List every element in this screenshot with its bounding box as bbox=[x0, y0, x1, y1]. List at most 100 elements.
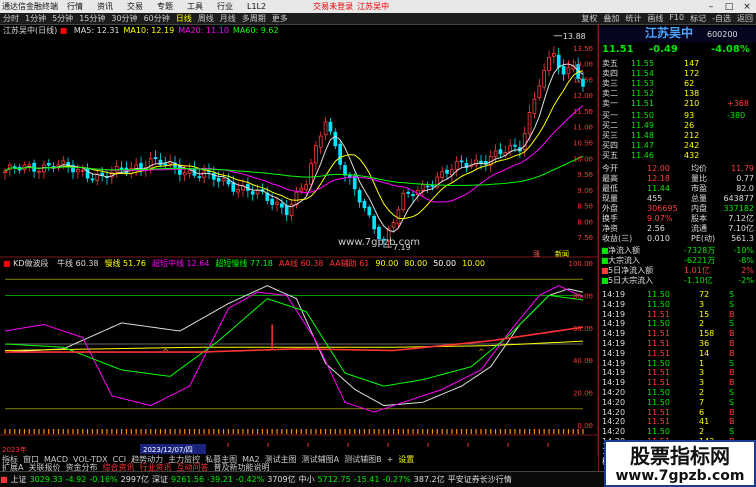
volume-strip-tick bbox=[106, 429, 108, 434]
tool-draw-button[interactable]: 画线 bbox=[644, 13, 666, 24]
info-tab[interactable]: 资金分布 bbox=[65, 463, 97, 471]
tick-price: 11.51 bbox=[647, 378, 670, 388]
menu-item-trade[interactable]: 交易 bbox=[127, 1, 143, 12]
period-tab-monthly[interactable]: 月线 bbox=[217, 13, 239, 24]
menu-item-l1l2[interactable]: L1L2 bbox=[247, 2, 266, 11]
price-axis-label: 8.50 bbox=[577, 203, 593, 211]
tick-price: 11.50 bbox=[647, 319, 670, 329]
period-tab-weekly[interactable]: 周线 bbox=[195, 13, 217, 24]
bid-row[interactable]: 买一 11.50 93 -380 bbox=[599, 111, 756, 121]
tool-stats-button[interactable]: 统计 bbox=[622, 13, 644, 24]
chart-watermark: www.7gpzb.com bbox=[338, 237, 420, 248]
volume-strip-tick bbox=[548, 429, 550, 434]
indicator-tab[interactable]: 设置 bbox=[398, 455, 414, 464]
period-tab-multi[interactable]: 多周期 bbox=[239, 13, 269, 24]
menu-item-topic[interactable]: 专题 bbox=[157, 1, 173, 12]
chart-area[interactable]: 13.887.1913.5013.0012.5012.0011.5011.001… bbox=[0, 25, 598, 455]
ask-row[interactable]: 卖四 11.54 172 bbox=[599, 69, 756, 79]
ask-row[interactable]: 卖二 11.52 138 bbox=[599, 89, 756, 99]
info-tab[interactable]: 互动问答 bbox=[176, 463, 208, 471]
maximize-icon[interactable]: □ bbox=[720, 2, 738, 12]
period-tab-timeshare[interactable]: 分时 bbox=[0, 13, 22, 24]
info-tab[interactable]: 行业资讯 bbox=[139, 463, 171, 471]
tool-back-button[interactable]: 返回 bbox=[734, 13, 756, 24]
price-axis-label: 7.50 bbox=[577, 234, 593, 242]
info-tab[interactable]: 扩展A bbox=[2, 463, 23, 471]
candle-body bbox=[197, 176, 202, 179]
tick-time: 14:20 bbox=[602, 407, 626, 417]
tick-price: 11.50 bbox=[647, 290, 670, 299]
ask-row[interactable]: 卖一 11.51 210 +368 bbox=[599, 99, 756, 109]
ask-row[interactable]: 卖五 11.55 147 bbox=[599, 59, 756, 69]
menu-item-tools[interactable]: 工具 bbox=[187, 1, 203, 12]
zx-index-name[interactable]: 中小 bbox=[299, 474, 315, 485]
volume-strip-tick bbox=[320, 429, 322, 434]
volume-strip-tick bbox=[460, 429, 463, 434]
trade-login-status[interactable]: 交易未登录 bbox=[313, 1, 353, 12]
book-volume: 242 bbox=[684, 141, 700, 150]
tool-f10-button[interactable]: F10 bbox=[666, 13, 687, 24]
quote-stat-row: 今开 12.00 均价 11.79 bbox=[599, 164, 756, 174]
flow-pct: -2% bbox=[738, 276, 754, 285]
menu-item-industry[interactable]: 行业 bbox=[217, 1, 233, 12]
indicator-legend-item: 牛线 60.38 bbox=[57, 259, 99, 268]
menu-item-quote[interactable]: 行情 bbox=[67, 1, 83, 12]
period-tab-daily[interactable]: 日线 bbox=[173, 13, 195, 24]
bid-row[interactable]: 买三 11.48 212 bbox=[599, 131, 756, 141]
tick-time: 14:19 bbox=[602, 348, 626, 358]
tick-side: S bbox=[729, 358, 735, 368]
menu-item-news[interactable]: 资讯 bbox=[97, 1, 113, 12]
info-tab[interactable]: 关联报价 bbox=[28, 463, 60, 471]
zx-index-change: -15.41 bbox=[353, 475, 380, 484]
close-icon[interactable]: × bbox=[738, 2, 756, 12]
tick-row: 14:20 11.50 2 S bbox=[599, 427, 756, 437]
stat-value: 7.10亿 bbox=[728, 224, 754, 233]
period-tab-30min[interactable]: 30分钟 bbox=[108, 13, 140, 24]
indicator-tab[interactable]: + bbox=[387, 455, 394, 464]
book-level-label: 卖三 bbox=[602, 79, 618, 88]
tick-row: 14:19 11.50 2 S bbox=[599, 319, 756, 329]
stat-label: 今开 bbox=[602, 164, 618, 173]
book-price: 11.51 bbox=[631, 99, 654, 108]
ask-row[interactable]: 卖三 11.53 62 bbox=[599, 79, 756, 89]
candle-body bbox=[498, 149, 503, 155]
volume-strip-tick bbox=[577, 429, 579, 434]
period-tab-5min[interactable]: 5分钟 bbox=[49, 13, 76, 24]
tool-overlay-button[interactable]: 叠加 bbox=[600, 13, 622, 24]
indicator-axis-label: 40.00 bbox=[573, 357, 593, 365]
info-tab[interactable]: 普及新功能说明 bbox=[213, 463, 269, 471]
tick-price: 11.51 bbox=[647, 407, 670, 417]
tool-mark-button[interactable]: 标记 bbox=[687, 13, 709, 24]
flow-value: -6221万 bbox=[684, 256, 716, 265]
volume-strip-tick bbox=[572, 429, 574, 434]
tick-volume: 2 bbox=[699, 427, 705, 437]
indicator-axis-label: 0.00 bbox=[577, 422, 593, 430]
volume-strip-tick bbox=[179, 429, 181, 434]
period-tab-1min[interactable]: 1分钟 bbox=[22, 13, 49, 24]
period-tab-15min[interactable]: 15分钟 bbox=[76, 13, 108, 24]
sz-index-name[interactable]: 深证 bbox=[152, 474, 168, 485]
sh-index-name[interactable]: 上证 bbox=[11, 474, 27, 485]
candle-body bbox=[352, 175, 357, 190]
bid-row[interactable]: 买二 11.49 26 bbox=[599, 121, 756, 131]
indicator-tab[interactable]: 测试辅图A bbox=[302, 455, 339, 464]
period-tab-more[interactable]: 更多 bbox=[269, 13, 291, 24]
stock-header: 江苏吴中 600200 bbox=[599, 27, 756, 43]
indicator-tab[interactable]: 测试辅图B bbox=[344, 455, 382, 464]
sh-index-value: 3029.33 bbox=[29, 475, 63, 484]
stat-label: 市盈 bbox=[691, 184, 707, 193]
volume-strip-tick bbox=[499, 429, 502, 434]
volume-strip-tick bbox=[490, 429, 492, 434]
tick-row: 14:19 11.51 15 B bbox=[599, 310, 756, 320]
tool-adjust-button[interactable]: 复权 bbox=[578, 13, 600, 24]
news-ticker[interactable]: 平安证券长沙行情 bbox=[448, 474, 512, 485]
minimize-icon[interactable]: – bbox=[702, 2, 720, 12]
period-tab-60min[interactable]: 60分钟 bbox=[141, 13, 173, 24]
candle-body bbox=[425, 185, 430, 188]
stat-label: 最高 bbox=[602, 174, 618, 183]
bid-row[interactable]: 买四 11.47 242 bbox=[599, 141, 756, 151]
tool-watchlist-button[interactable]: -自选 bbox=[709, 13, 734, 24]
volume-strip-tick bbox=[470, 429, 472, 434]
info-tab[interactable]: 综合资讯 bbox=[102, 463, 134, 471]
bid-row[interactable]: 买五 11.46 432 bbox=[599, 151, 756, 161]
